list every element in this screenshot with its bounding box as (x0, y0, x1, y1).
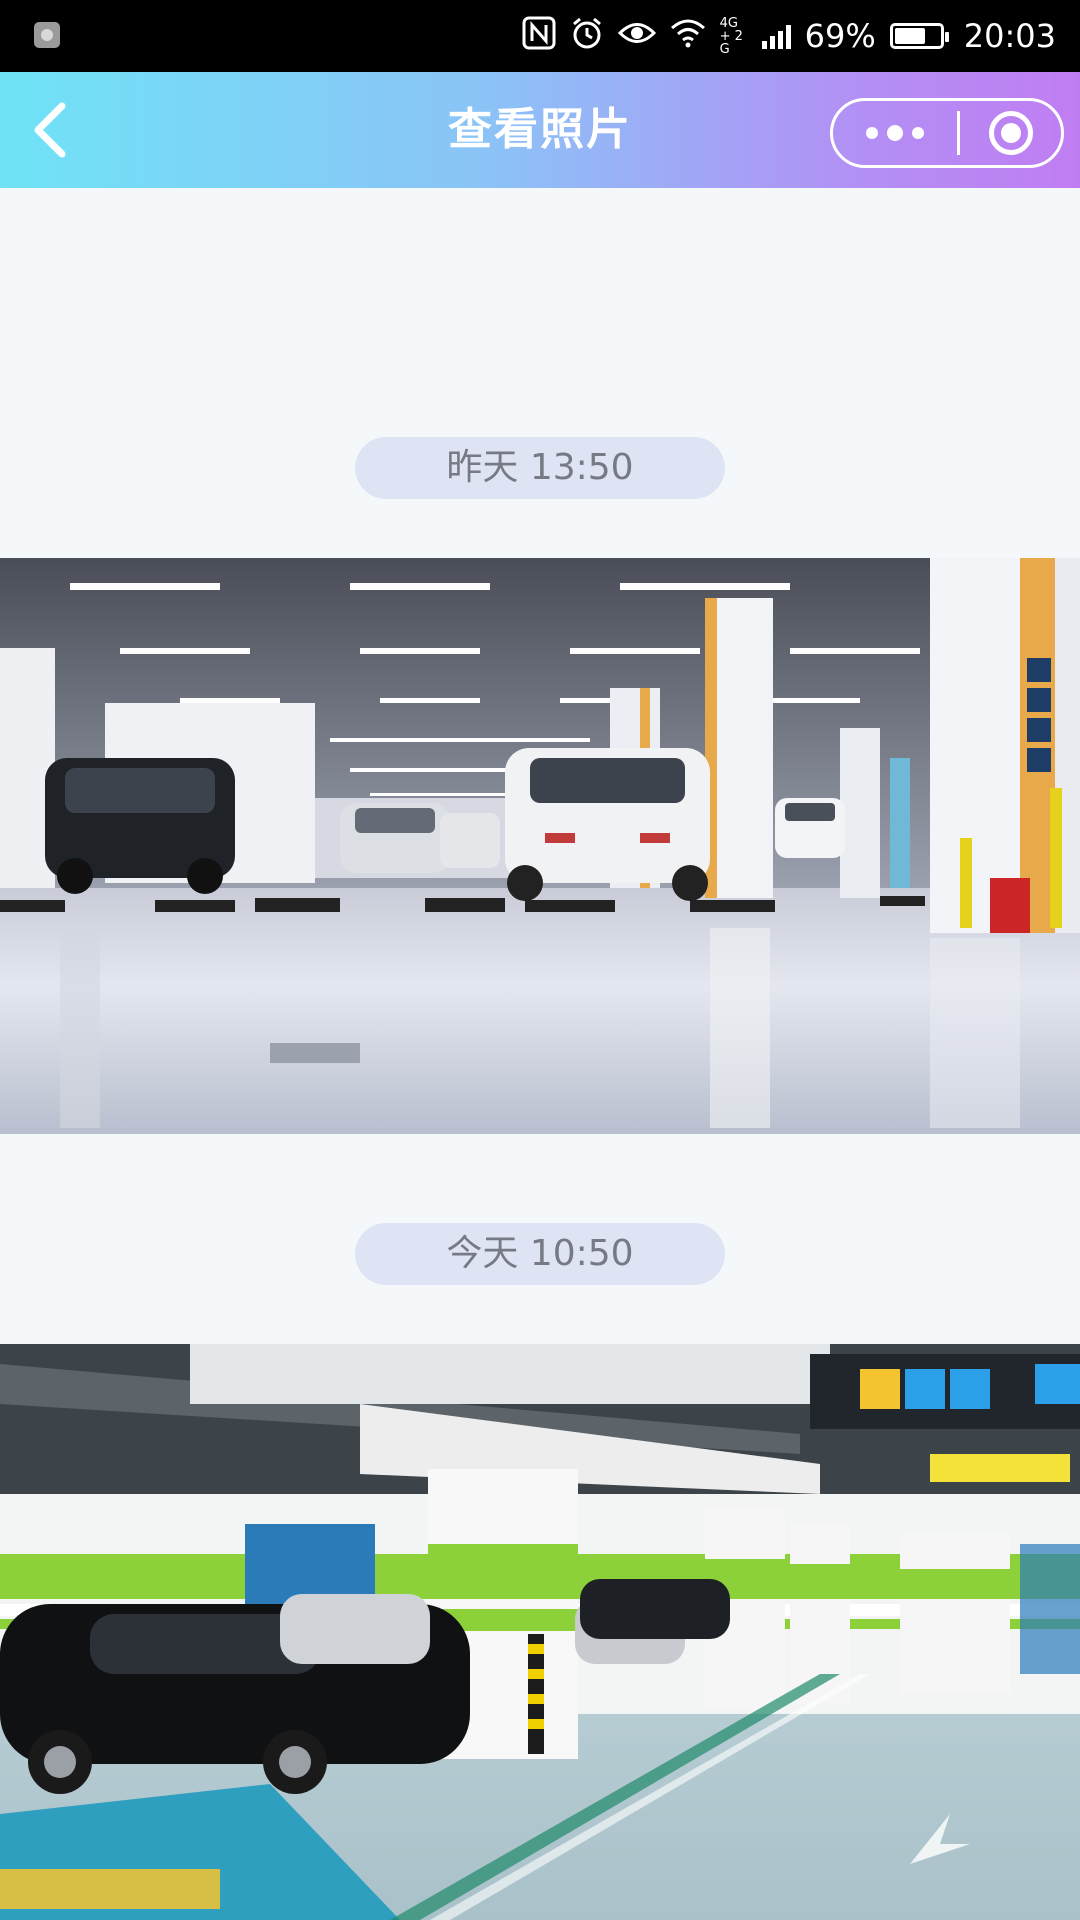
close-mini-program-button[interactable] (960, 101, 1061, 165)
signal-icon (761, 23, 791, 49)
app-notification-icon (34, 22, 60, 48)
clock-time: 20:03 (963, 17, 1056, 55)
photo-time-label: 今天 10:50 (355, 1223, 725, 1285)
green-striped-parking-garage-photo (0, 1344, 1080, 1920)
more-button[interactable] (833, 101, 957, 165)
underground-parking-lot-photo (0, 558, 1080, 1134)
target-circle-icon (988, 111, 1033, 155)
photo-list: 昨天 13:50 今天 10:50 (0, 188, 1080, 1920)
status-bar: 4G+ 2G 69% 20:03 (0, 0, 1080, 72)
photo-item-2[interactable] (0, 1344, 1080, 1920)
mini-program-capsule (830, 98, 1064, 168)
network-type-label: 4G+ 2G (719, 15, 743, 57)
battery-level-fill (894, 28, 925, 44)
battery-percent: 69% (804, 17, 876, 55)
battery-icon (889, 23, 949, 49)
eye-icon (617, 18, 656, 54)
nfc-icon (522, 16, 556, 56)
more-dot (887, 125, 903, 141)
more-dot (866, 127, 878, 139)
status-icons: 4G+ 2G 69% 20:03 (522, 0, 1056, 72)
photo-time-label: 昨天 13:50 (355, 437, 725, 499)
more-dot (912, 127, 924, 139)
alarm-icon (570, 16, 604, 56)
wifi-icon (670, 18, 706, 54)
navigation-bar: 查看照片 (0, 72, 1080, 188)
photo-item-1[interactable] (0, 558, 1080, 1134)
